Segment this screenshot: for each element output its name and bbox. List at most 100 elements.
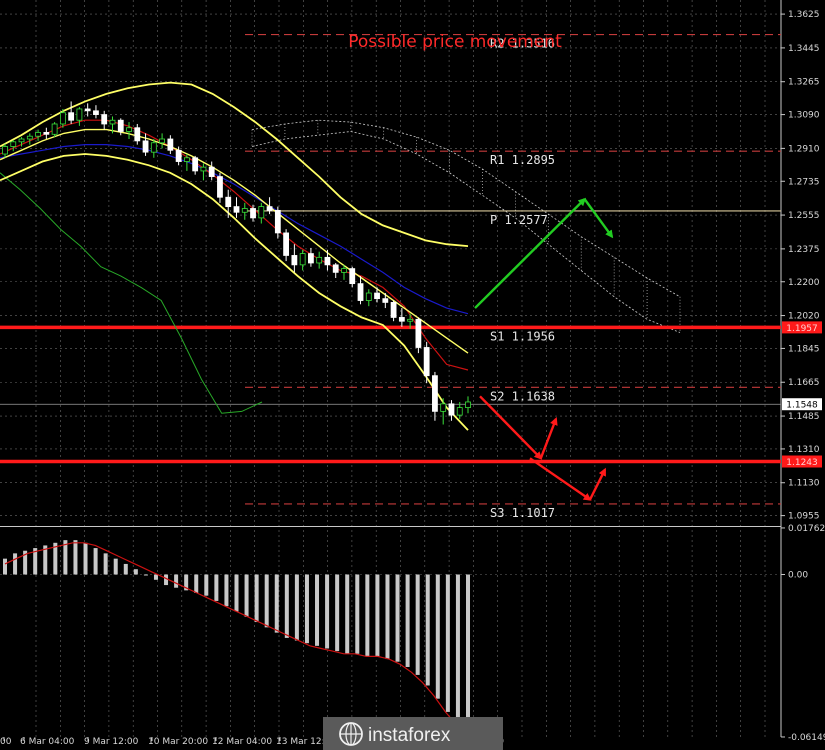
candle-body (35, 132, 41, 137)
macd-bar (174, 574, 179, 588)
macd-bar (335, 574, 340, 652)
macd-bar (455, 574, 460, 726)
candle-body (200, 166, 207, 172)
macd-bar (325, 574, 330, 649)
time-tick-label: 12 Mar 04:00 (212, 737, 272, 747)
candle-body (349, 268, 356, 285)
macd-bar (294, 574, 299, 641)
candle-body (233, 206, 240, 213)
candle-body (217, 176, 223, 198)
candle-body (117, 119, 124, 132)
candle-body (183, 157, 190, 162)
candle-body (175, 149, 182, 162)
candle-body (332, 264, 339, 273)
time-tick-label: 10 Mar 20:00 (148, 737, 208, 747)
candle-body (109, 119, 116, 125)
price-tick-label: 1.1665 (788, 378, 820, 388)
key-level-tag-label: 1.1243 (786, 458, 818, 468)
candle-body (159, 138, 165, 144)
time-tick-label: 6 Mar 04:00 (20, 737, 75, 747)
macd-bar (143, 574, 148, 576)
current-price-label: 1.1548 (786, 401, 818, 411)
candle-body (448, 403, 455, 416)
price-tick-label: 1.2200 (788, 278, 820, 288)
candle-body (357, 283, 364, 301)
macd-bar (133, 569, 138, 575)
candle-body (208, 166, 215, 177)
candle-body (415, 318, 422, 348)
macd-tick-label: -0.06149 (788, 733, 825, 743)
macd-tick-label: 0.00 (788, 571, 808, 581)
price-tick-label: 1.3625 (788, 10, 820, 20)
candle-body (167, 138, 174, 151)
macd-bar (405, 574, 410, 667)
macd-bar (315, 574, 320, 646)
candle-body (432, 375, 438, 412)
price-tick-label: 1.1485 (788, 412, 820, 422)
candle-body (76, 108, 83, 121)
candle-body (382, 298, 389, 303)
price-tick-label: 1.3090 (788, 111, 820, 121)
macd-bar (103, 553, 108, 575)
candle-body (68, 112, 75, 121)
candle-body (440, 403, 447, 412)
watermark-text: instaforex (368, 725, 451, 746)
macd-bar (214, 574, 219, 601)
macd-bar (435, 574, 440, 699)
candle-body (43, 132, 50, 135)
candle-body (274, 209, 281, 234)
macd-bar (274, 574, 279, 633)
instaforex-logo-icon (339, 722, 363, 746)
pivot-label-p: P 1.2577 (490, 213, 548, 227)
candle-body (250, 208, 256, 219)
candle-body (258, 206, 265, 219)
macd-bar (466, 574, 470, 734)
macd-bar (284, 574, 289, 638)
candle-body (134, 127, 141, 142)
candle-body (51, 123, 58, 135)
price-tick-label: 1.1130 (788, 479, 820, 489)
candle-body (308, 253, 314, 264)
candle-body (316, 256, 323, 264)
candle-body (84, 108, 91, 112)
time-tick-label: 00 (0, 737, 12, 747)
candle-body (283, 232, 290, 256)
time-tick-label: 13 Mar 12: (276, 737, 325, 747)
macd-bar (234, 574, 239, 612)
macd-bar (244, 574, 249, 617)
candle-body (423, 347, 430, 377)
time-tick-label: 9 Mar 12:00 (84, 737, 139, 747)
macd-bar (204, 574, 209, 596)
pivot-label-r1: R1 1.2895 (490, 153, 555, 167)
candle-body (192, 157, 199, 172)
price-tick-label: 1.2735 (788, 177, 820, 187)
candle-body (225, 196, 232, 208)
candle-body (241, 208, 248, 213)
candle-body (2, 146, 8, 155)
price-tick-label: 1.2375 (788, 245, 820, 255)
macd-bar (355, 574, 360, 654)
candle-body (398, 317, 405, 322)
candle-body (390, 302, 397, 318)
candle-body (101, 114, 108, 125)
macd-bar (224, 574, 229, 607)
candle-body (374, 292, 380, 300)
macd-bar (375, 574, 380, 657)
candle-body (465, 401, 471, 409)
price-tick-label: 1.3265 (788, 78, 820, 88)
macd-bar (304, 574, 309, 644)
forex-chart: R2 1.3516R1 1.2895P 1.2577S1 1.1956S2 1.… (0, 0, 825, 750)
candle-body (341, 268, 347, 273)
candle-body (126, 127, 132, 132)
macd-bar (385, 574, 390, 660)
macd-bar (445, 574, 450, 712)
macd-bar (425, 574, 430, 686)
macd-bar (264, 574, 269, 628)
candle-body (291, 255, 298, 266)
candle-body (456, 407, 463, 416)
candle-body (93, 110, 99, 115)
macd-bar (153, 574, 158, 580)
macd-bar (13, 553, 18, 575)
macd-tick-label: 0.01762 (788, 524, 825, 534)
macd-bar (83, 542, 88, 575)
